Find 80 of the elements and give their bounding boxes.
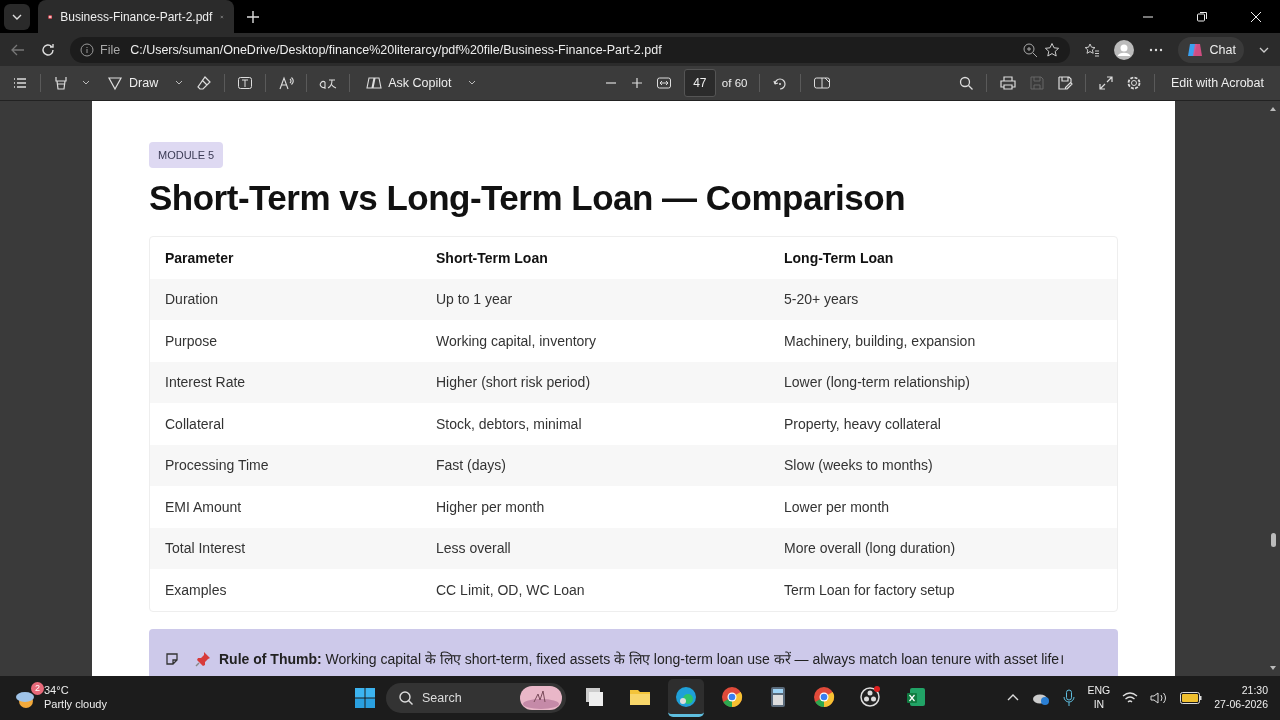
table-cell-text: Lower per month [783, 498, 891, 515]
taskbar-edge-icon[interactable] [668, 679, 704, 717]
profile-avatar-icon[interactable] [1113, 39, 1134, 60]
table-cell-text: Higher (short risk period) [435, 374, 592, 391]
table-cell-text: Purpose [164, 332, 219, 349]
table-cell-text: Collateral [164, 415, 226, 432]
print-icon[interactable] [998, 75, 1017, 91]
pushpin-icon [195, 650, 211, 667]
table-cell-text: Processing Time [164, 457, 270, 474]
wifi-icon[interactable] [1122, 691, 1139, 705]
weather-condition: Partly cloudy [44, 698, 107, 712]
table-cell-text: Term Loan for factory setup [783, 581, 956, 598]
chat-button[interactable]: Chat [1177, 36, 1244, 63]
temperature: 34°C [44, 684, 70, 698]
copilot-icon [366, 75, 383, 91]
contents-icon[interactable] [12, 75, 28, 91]
table-cell-text: Total Interest [164, 540, 247, 557]
edit-with-acrobat-button[interactable]: Edit with Acrobat [1166, 74, 1268, 92]
search-icon [398, 690, 414, 706]
rule-of-thumb-text: Rule of Thumb: Working capital के लिए short-term, fixed assets के लिए long-term loan use करें — always match loan tenure with asset life। [219, 650, 1065, 668]
table-cell-text: Stock, debtors, minimal [435, 415, 583, 432]
page-number-field[interactable]: 47 [683, 69, 716, 97]
fit-width-icon[interactable] [655, 75, 672, 91]
table-cell-text: Higher per month [435, 498, 546, 515]
microphone-icon[interactable] [1061, 689, 1076, 707]
highlighter-icon[interactable] [53, 75, 69, 91]
language-indicator[interactable]: ENG IN [1087, 684, 1111, 712]
table-cell-text: Duration [164, 291, 219, 308]
table-cell-text: Up to 1 year [435, 291, 514, 308]
table-cell-text: Examples [164, 581, 228, 598]
draw-button[interactable]: Draw [103, 73, 163, 93]
scroll-up-icon[interactable] [1269, 105, 1277, 113]
restore-icon[interactable] [1196, 10, 1208, 23]
taskbar-search-field[interactable]: Search [386, 683, 566, 713]
volume-icon[interactable] [1150, 691, 1169, 705]
page-count: of 60 [721, 77, 748, 89]
scrollbar-thumb[interactable] [1270, 533, 1276, 547]
battery-icon[interactable] [1180, 692, 1203, 704]
settings-icon[interactable] [1125, 75, 1142, 91]
column-header: Long-Term Loan [783, 249, 895, 266]
table-cell-text: Slow (weeks to months) [783, 457, 934, 474]
tab-list-button[interactable] [4, 3, 30, 30]
save-as-icon[interactable] [1056, 75, 1073, 91]
zoom-in-icon[interactable] [1021, 41, 1038, 58]
table-cell-text: Less overall [435, 540, 512, 557]
address-bar[interactable]: File C:/Users/suman/OneDrive/Desktop/finance%20literarcy/pdf%20file/Business-Finance-Part-2.pdf [70, 36, 1070, 63]
rotate-icon[interactable] [772, 75, 789, 91]
column-header: Short-Term Loan [435, 249, 549, 266]
table-cell-text: Property, heavy collateral [783, 415, 942, 432]
full-screen-icon[interactable] [1097, 75, 1114, 91]
eraser-icon[interactable] [196, 75, 213, 91]
star-icon[interactable] [1043, 41, 1060, 58]
read-aloud-icon[interactable] [278, 75, 295, 91]
table-cell-text: EMI Amount [164, 498, 243, 515]
table-cell-text: Working capital, inventory [435, 332, 598, 349]
scroll-down-icon[interactable] [1269, 664, 1277, 672]
ask-copilot-button[interactable]: Ask Copilot [362, 73, 456, 93]
info-icon [80, 42, 94, 57]
table-cell-text: More overall (long duration) [783, 540, 957, 557]
search-icon[interactable] [957, 75, 974, 91]
table-cell-text: CC Limit, OD, WC Loan [435, 581, 586, 598]
table-cell-text: Interest Rate [164, 374, 247, 391]
column-header: Parameter [164, 249, 235, 266]
table-cell-text: Machinery, building, expansion [783, 332, 977, 349]
note-icon [165, 651, 179, 666]
favorites-icon[interactable] [1083, 41, 1100, 58]
new-tab-icon[interactable] [246, 9, 260, 24]
reload-icon[interactable] [40, 41, 56, 58]
clock[interactable]: 21:30 27-06-2026 [1214, 684, 1268, 712]
notification-badge: 2 [31, 682, 44, 695]
table-cell-text: Lower (long-term relationship) [783, 374, 971, 391]
text-box-icon[interactable] [237, 75, 254, 91]
page-heading: Short-Term vs Long-Term Loan — Comparison [149, 178, 907, 218]
browser-tab[interactable]: Business-Finance-Part-2.pdf [38, 0, 234, 33]
windows-start-icon[interactable] [354, 687, 376, 709]
table-cell-text: 5-20+ years [783, 291, 860, 308]
table-cell-text: Fast (days) [435, 457, 507, 474]
page-view-icon[interactable] [813, 75, 832, 91]
zoom-in-icon[interactable] [629, 76, 644, 90]
module-badge: MODULE 5 [149, 142, 224, 168]
